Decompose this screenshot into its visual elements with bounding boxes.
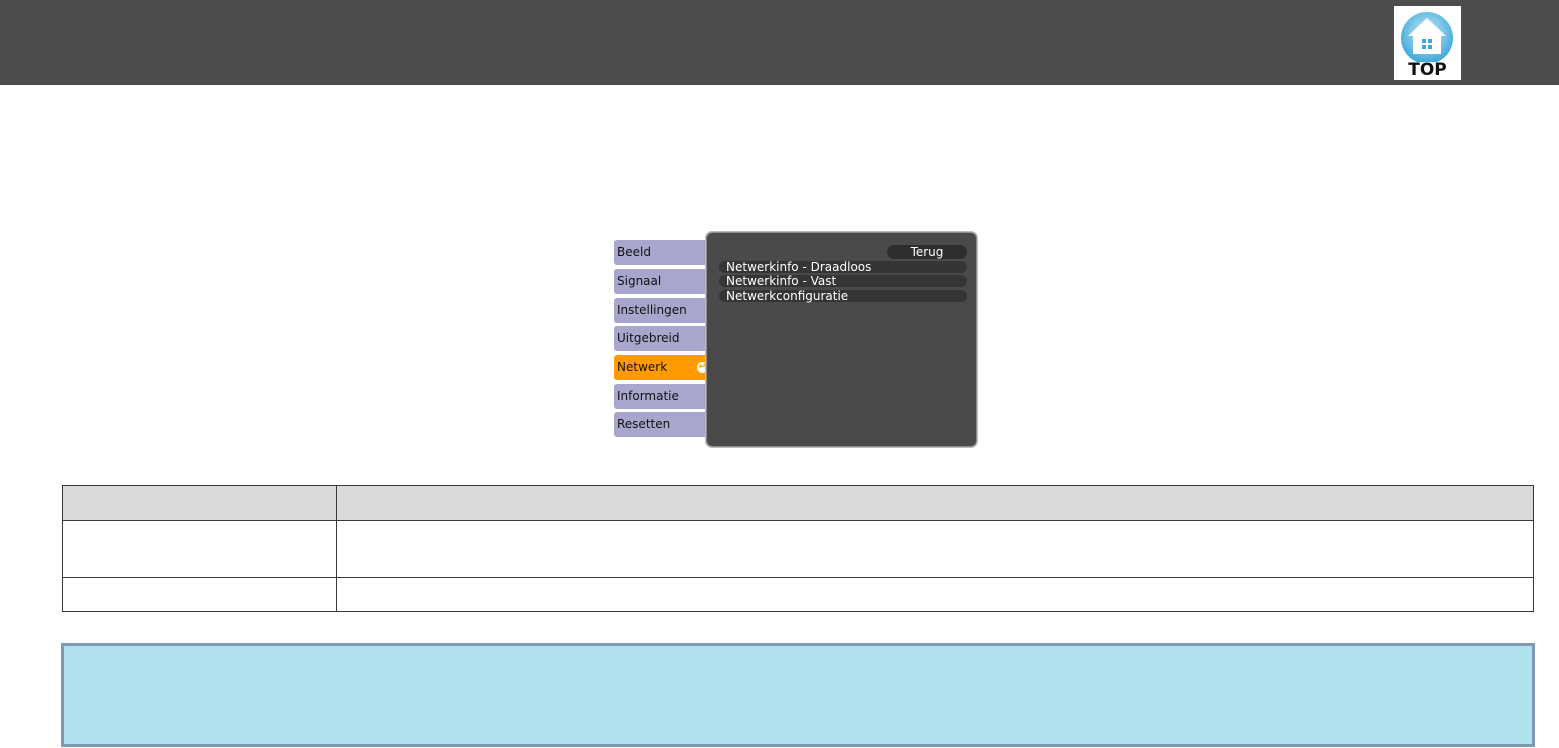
top-logo-text: TOP bbox=[1408, 60, 1447, 80]
tab-informatie[interactable]: Informatie bbox=[614, 384, 714, 409]
table-row bbox=[62, 520, 1534, 578]
tab-signaal[interactable]: Signaal bbox=[614, 269, 714, 294]
tab-label: Informatie bbox=[617, 389, 679, 403]
table-row bbox=[62, 577, 1534, 612]
tab-beeld[interactable]: Beeld bbox=[614, 240, 714, 265]
menu-item-netwerkinfo-vast[interactable]: Netwerkinfo - Vast bbox=[719, 275, 967, 287]
menu-item-netwerkconfiguratie[interactable]: Netwerkconfiguratie bbox=[719, 290, 967, 302]
page-header: TOP bbox=[0, 0, 1559, 85]
osd-submenu-panel: Terug Netwerkinfo - Draadloos Netwerkinf… bbox=[705, 231, 978, 448]
table-header-cell bbox=[336, 485, 1534, 521]
house-icon bbox=[1401, 12, 1453, 62]
tab-label: Netwerk bbox=[617, 360, 668, 374]
menu-item-netwerkinfo-draadloos[interactable]: Netwerkinfo - Draadloos bbox=[719, 261, 967, 273]
table-header-cell bbox=[62, 485, 337, 521]
top-link-logo[interactable]: TOP bbox=[1394, 6, 1461, 80]
tab-uitgebreid[interactable]: Uitgebreid bbox=[614, 326, 714, 351]
table-cell bbox=[62, 520, 337, 578]
tab-netwerk[interactable]: Netwerk ↵ bbox=[614, 355, 714, 380]
tab-label: Signaal bbox=[617, 274, 662, 288]
back-button[interactable]: Terug bbox=[887, 245, 967, 259]
tab-resetten[interactable]: Resetten bbox=[614, 412, 714, 437]
table-cell bbox=[336, 520, 1534, 578]
tab-label: Resetten bbox=[617, 417, 671, 431]
osd-menu: Beeld Signaal Instellingen Uitgebreid Ne… bbox=[612, 231, 978, 448]
tab-instellingen[interactable]: Instellingen bbox=[614, 298, 714, 323]
tab-label: Beeld bbox=[617, 245, 651, 259]
settings-table bbox=[62, 485, 1534, 612]
note-box bbox=[61, 643, 1535, 747]
table-cell bbox=[62, 577, 337, 612]
tab-label: Uitgebreid bbox=[617, 331, 680, 345]
tab-label: Instellingen bbox=[617, 303, 687, 317]
table-cell bbox=[336, 577, 1534, 612]
